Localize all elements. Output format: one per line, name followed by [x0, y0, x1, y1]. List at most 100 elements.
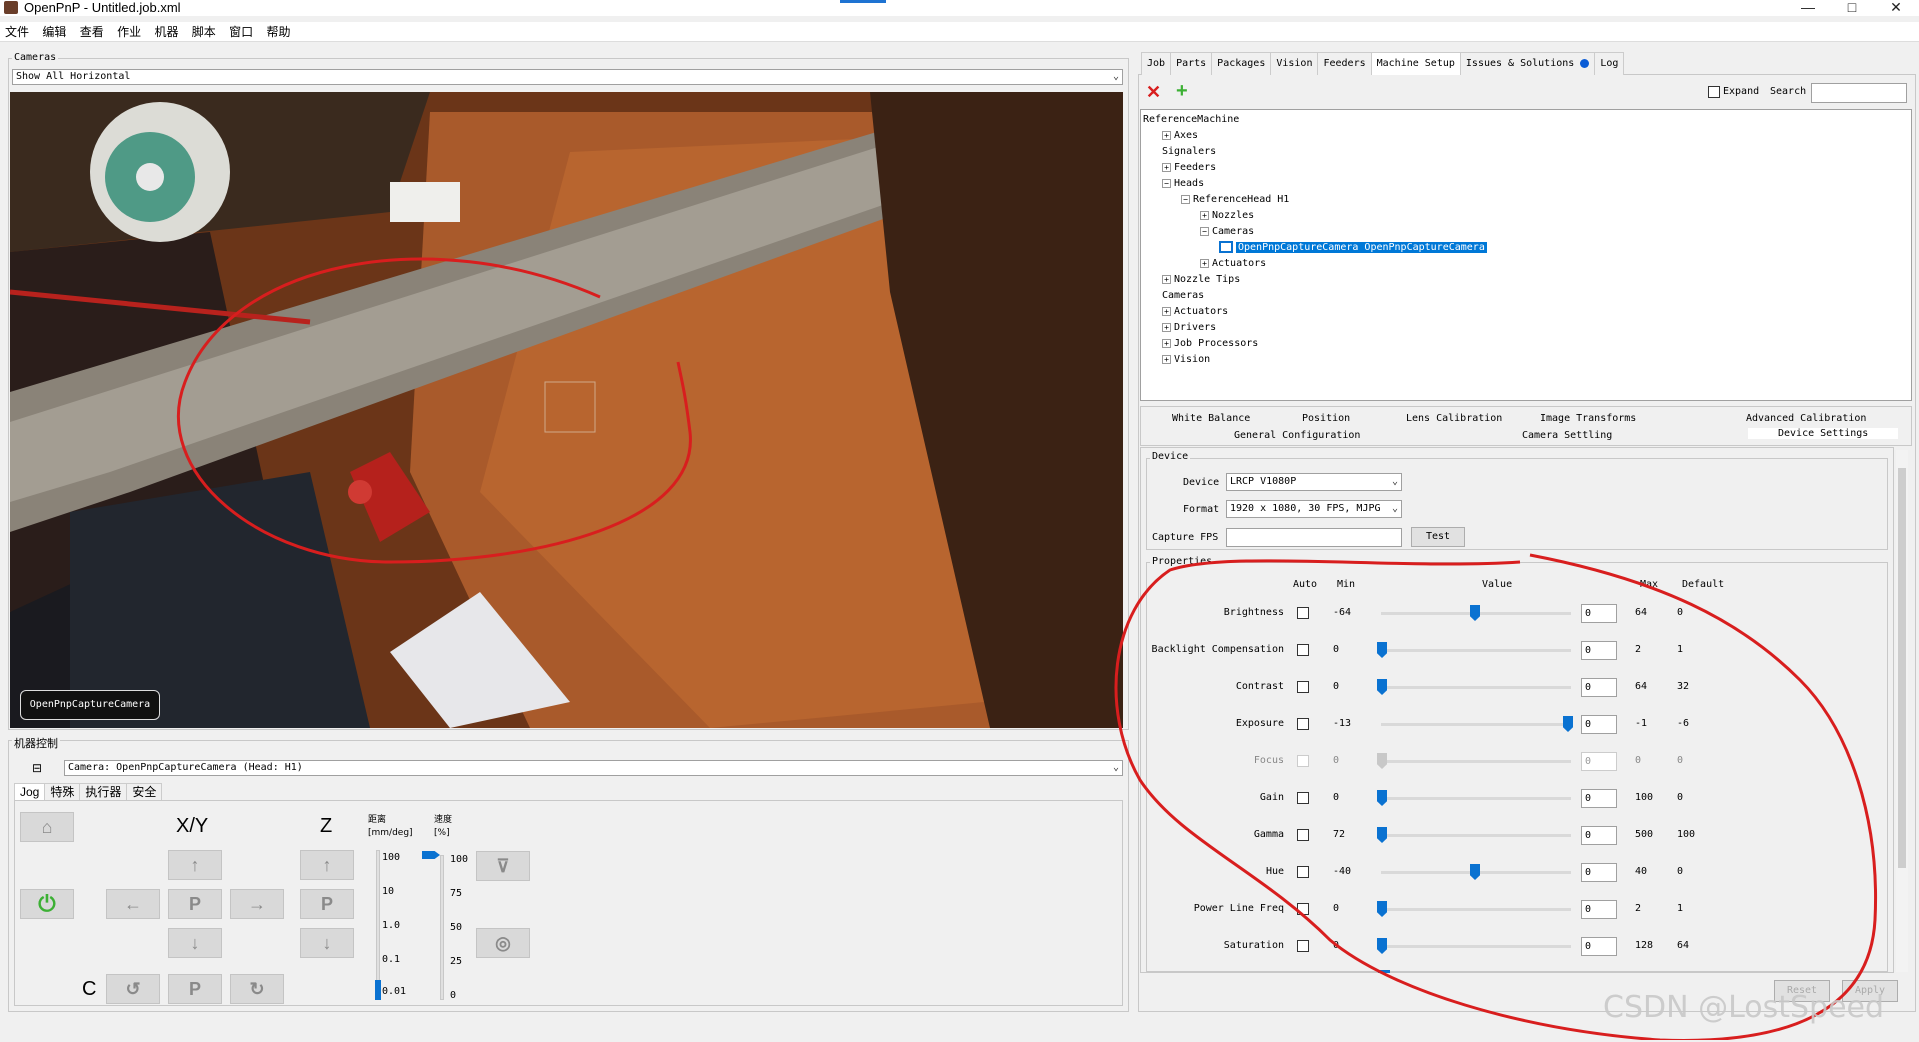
- tree-node[interactable]: Signalers: [1162, 145, 1216, 159]
- tree-node[interactable]: + Nozzle Tips: [1162, 273, 1240, 287]
- delete-icon[interactable]: ✕: [1146, 82, 1161, 103]
- tree-node[interactable]: + Vision: [1162, 353, 1210, 367]
- arrow-up-icon: ↑: [190, 855, 200, 875]
- discard-button[interactable]: ⊽: [476, 851, 530, 881]
- device-value: LRCP V1080P: [1230, 476, 1297, 487]
- expand-icon[interactable]: +: [1162, 323, 1171, 332]
- menu-bar: 文件 编辑 查看 作业 机器 脚本 窗口 帮助: [0, 22, 1919, 42]
- tab-white-balance[interactable]: White Balance: [1172, 413, 1250, 424]
- tree-node[interactable]: − Cameras: [1200, 225, 1254, 239]
- expand-icon[interactable]: +: [1162, 131, 1171, 140]
- expand-icon[interactable]: +: [1162, 275, 1171, 284]
- collapse-icon[interactable]: −: [1200, 227, 1209, 236]
- home-button[interactable]: ⌂: [20, 812, 74, 842]
- tab-actuators[interactable]: 执行器: [79, 783, 128, 800]
- tab-job[interactable]: Job: [1141, 52, 1172, 75]
- tree-node[interactable]: + Nozzles: [1200, 209, 1254, 223]
- tab-parts[interactable]: Parts: [1170, 52, 1213, 75]
- park-xy-label: P: [188, 894, 201, 914]
- park-xy-button[interactable]: P: [168, 889, 222, 919]
- expand-icon[interactable]: +: [1162, 355, 1171, 364]
- jog-z-plus-button[interactable]: ↑: [300, 850, 354, 880]
- tab-machine-setup[interactable]: Machine Setup: [1370, 52, 1461, 75]
- machine-camera-select[interactable]: Camera: OpenPnpCaptureCamera (Head: H1) …: [64, 760, 1123, 776]
- device-select[interactable]: LRCP V1080P ⌄: [1226, 473, 1402, 491]
- tab-log[interactable]: Log: [1594, 52, 1625, 75]
- collapse-icon[interactable]: −: [1181, 195, 1190, 204]
- tab-vision[interactable]: Vision: [1270, 52, 1319, 75]
- tab-general-configuration[interactable]: General Configuration: [1234, 430, 1360, 441]
- tree-node[interactable]: + Feeders: [1162, 161, 1216, 175]
- expand-icon[interactable]: +: [1162, 339, 1171, 348]
- collapse-icon[interactable]: ⊟: [32, 761, 42, 775]
- rotate-cw-button[interactable]: ↻: [230, 974, 284, 1004]
- machine-tree: [1140, 109, 1912, 401]
- tab-advanced-calibration[interactable]: Advanced Calibration: [1746, 413, 1866, 424]
- camera-capture-button[interactable]: ◎: [476, 928, 530, 958]
- tree-node[interactable]: Cameras: [1162, 289, 1204, 303]
- menu-help[interactable]: 帮助: [262, 22, 296, 42]
- tree-node[interactable]: + Actuators: [1200, 257, 1266, 271]
- tab-safety[interactable]: 安全: [126, 783, 163, 800]
- tab-jog[interactable]: Jog: [14, 783, 46, 800]
- tree-node[interactable]: + Axes: [1162, 129, 1198, 143]
- cameras-group-label: Cameras: [12, 52, 59, 63]
- tree-node-selected[interactable]: OpenPnpCaptureCamera OpenPnpCaptureCamer…: [1219, 241, 1487, 255]
- tree-node[interactable]: + Actuators: [1162, 305, 1228, 319]
- annotation-circle: [1114, 553, 1878, 1040]
- rotate-ccw-button[interactable]: ↺: [106, 974, 160, 1004]
- camera-image: [10, 92, 1123, 728]
- search-input[interactable]: [1811, 83, 1907, 103]
- jog-y-plus-button[interactable]: ↑: [168, 850, 222, 880]
- menu-job[interactable]: 作业: [112, 22, 146, 42]
- tree-node[interactable]: ReferenceMachine: [1143, 113, 1239, 127]
- menu-window[interactable]: 窗口: [224, 22, 258, 42]
- tab-camera-settling[interactable]: Camera Settling: [1522, 430, 1612, 441]
- tab-feeders[interactable]: Feeders: [1317, 52, 1372, 75]
- menu-machine[interactable]: 机器: [149, 22, 183, 42]
- jog-z-minus-button[interactable]: ↓: [300, 928, 354, 958]
- collapse-icon[interactable]: −: [1162, 179, 1171, 188]
- park-z-button[interactable]: P: [300, 889, 354, 919]
- distance-slider-thumb[interactable]: [375, 980, 381, 1000]
- expand-icon[interactable]: +: [1200, 259, 1209, 268]
- expand-checkbox[interactable]: [1708, 86, 1720, 98]
- jog-x-minus-button[interactable]: ←: [106, 889, 160, 919]
- menu-file[interactable]: 文件: [0, 22, 34, 42]
- tree-node[interactable]: + Drivers: [1162, 321, 1216, 335]
- expand-icon[interactable]: +: [1162, 163, 1171, 172]
- arrow-down-icon: ↓: [190, 933, 200, 953]
- rotate-ccw-icon: ↺: [125, 979, 141, 999]
- c-axis-label: C: [82, 978, 97, 1000]
- jog-y-minus-button[interactable]: ↓: [168, 928, 222, 958]
- power-button[interactable]: ⏻: [20, 889, 74, 919]
- tab-special[interactable]: 特殊: [44, 783, 81, 800]
- rotate-cw-icon: ↻: [249, 979, 265, 999]
- close-button[interactable]: ✕: [1881, 0, 1911, 14]
- minimize-button[interactable]: —: [1793, 0, 1823, 14]
- tab-position[interactable]: Position: [1302, 413, 1350, 424]
- jog-x-plus-button[interactable]: →: [230, 889, 284, 919]
- expand-icon[interactable]: +: [1200, 211, 1209, 220]
- tree-node-label: Signalers: [1162, 146, 1217, 157]
- speed-slider[interactable]: [440, 855, 444, 1000]
- tab-packages[interactable]: Packages: [1211, 52, 1272, 75]
- menu-script[interactable]: 脚本: [187, 22, 221, 42]
- camera-view-mode-select[interactable]: Show All Horizontal ⌄: [12, 69, 1123, 85]
- maximize-button[interactable]: □: [1837, 0, 1867, 14]
- expand-icon[interactable]: +: [1162, 307, 1171, 316]
- distance-slider[interactable]: [376, 850, 380, 1000]
- tree-node[interactable]: + Job Processors: [1162, 337, 1258, 351]
- tab-device-settings[interactable]: Device Settings: [1748, 428, 1899, 439]
- tree-node[interactable]: − ReferenceHead H1: [1181, 193, 1289, 207]
- add-icon[interactable]: +: [1176, 80, 1188, 103]
- park-c-button[interactable]: P: [168, 974, 222, 1004]
- camera-view[interactable]: [10, 92, 1123, 728]
- tab-issues-solutions[interactable]: Issues & Solutions: [1459, 52, 1596, 75]
- format-select[interactable]: 1920 x 1080, 30 FPS, MJPG ⌄: [1226, 500, 1402, 518]
- menu-view[interactable]: 查看: [75, 22, 109, 42]
- menu-edit[interactable]: 编辑: [37, 22, 71, 42]
- tab-image-transforms[interactable]: Image Transforms: [1540, 413, 1636, 424]
- tab-lens-calibration[interactable]: Lens Calibration: [1406, 413, 1502, 424]
- tree-node[interactable]: − Heads: [1162, 177, 1204, 191]
